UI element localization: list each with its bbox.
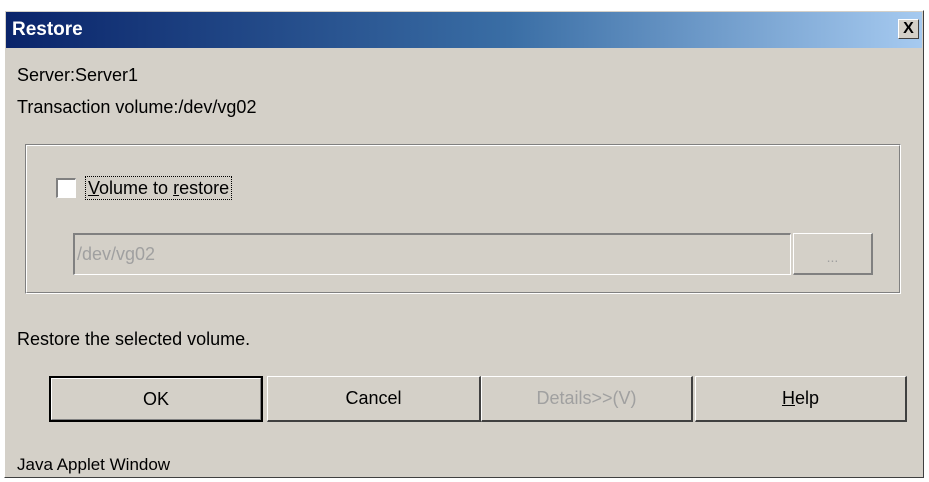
restore-volume-group: Volume to restore /dev/vg02 ...	[25, 144, 901, 294]
cancel-button[interactable]: Cancel	[267, 376, 481, 422]
restore-path-field[interactable]: /dev/vg02	[73, 233, 791, 275]
applet-footer: Java Applet Window	[17, 455, 171, 474]
close-icon: X	[903, 20, 914, 37]
browse-button[interactable]: ...	[793, 233, 873, 275]
restore-dialog: Restore X Server:Server1 Transaction vol…	[4, 10, 924, 478]
close-button[interactable]: X	[898, 19, 919, 39]
window-title: Restore	[12, 19, 83, 40]
volume-to-restore-checkbox[interactable]	[56, 178, 76, 198]
status-message: Restore the selected volume.	[17, 329, 251, 349]
ok-button[interactable]: OK	[49, 376, 263, 422]
volume-to-restore-label[interactable]: Volume to restore	[85, 176, 233, 200]
details-button[interactable]: Details>>(V)	[481, 376, 693, 422]
title-bar[interactable]: Restore X	[6, 12, 922, 48]
transaction-volume-label: Transaction volume:/dev/vg02	[17, 97, 257, 117]
server-label: Server:Server1	[17, 65, 139, 85]
help-button[interactable]: Help	[695, 376, 907, 422]
